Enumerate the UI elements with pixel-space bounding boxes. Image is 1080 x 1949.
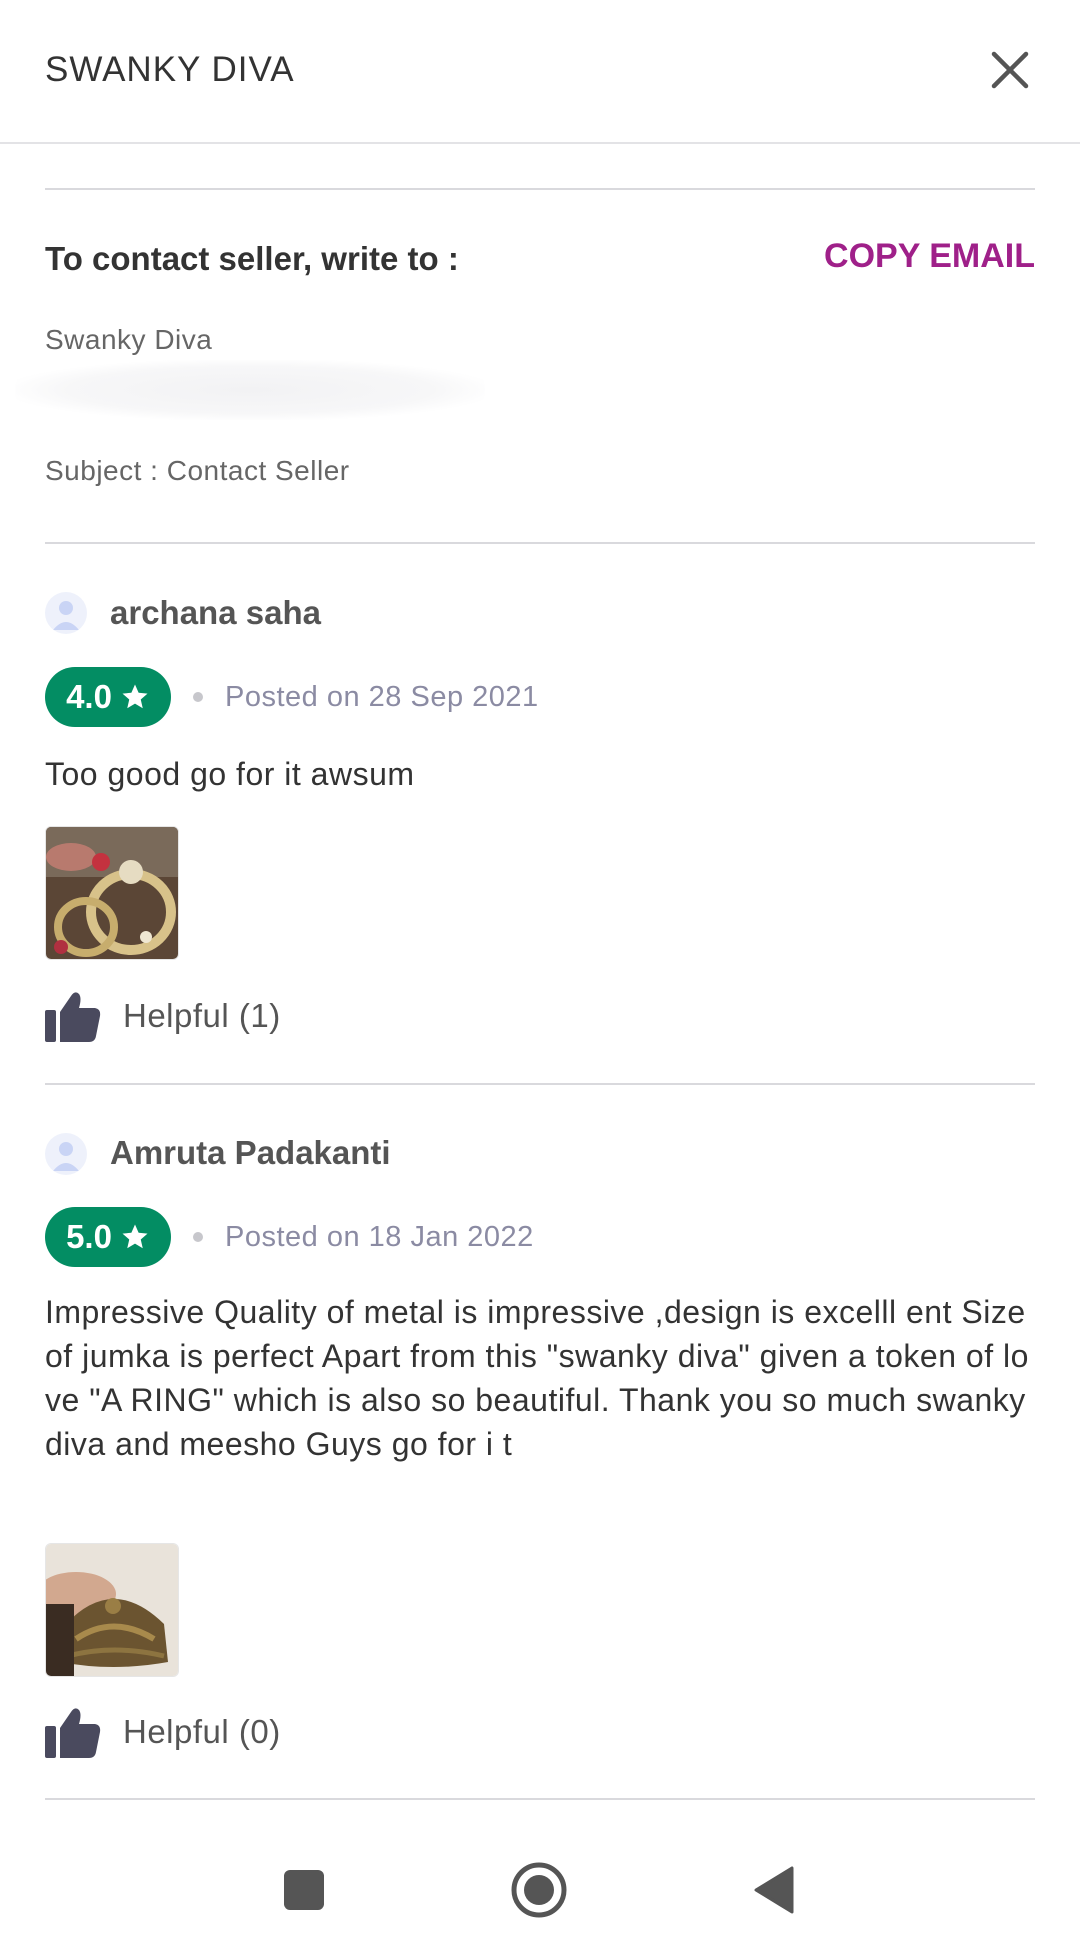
helpful-count: Helpful (1) [123, 997, 281, 1034]
review-text: Too good go for it awsum [45, 756, 415, 792]
modal-header: SWANKY DIVA [0, 0, 1080, 144]
system-nav-bar [0, 1820, 1080, 1949]
nav-home-button[interactable] [509, 1860, 569, 1920]
helpful-button[interactable]: Helpful (0) [45, 1706, 281, 1758]
rating-badge: 5.0 [45, 1207, 171, 1267]
review-photo[interactable] [45, 826, 179, 960]
user-icon [45, 592, 87, 634]
helpful-count: Helpful (0) [123, 1713, 281, 1750]
thumbs-up-icon [45, 1708, 101, 1758]
reviewer-name: archana saha [110, 594, 321, 631]
email-redacted [15, 360, 485, 420]
divider [45, 542, 1035, 544]
rating-value: 4.0 [66, 678, 112, 715]
posted-date: Posted on 28 Sep 2021 [225, 681, 539, 713]
review-text: Impressive Quality of metal is impressiv… [45, 1294, 1029, 1462]
reviewer-name: Amruta Padakanti [110, 1134, 391, 1171]
user-icon [45, 1133, 87, 1175]
separator-dot [193, 692, 203, 702]
email-subject: Subject : Contact Seller [45, 455, 350, 486]
posted-date: Posted on 18 Jan 2022 [225, 1221, 534, 1253]
copy-email-button[interactable]: COPY EMAIL [824, 237, 1035, 276]
divider [45, 1083, 1035, 1085]
helpful-button[interactable]: Helpful (1) [45, 990, 281, 1042]
nav-back-button[interactable] [744, 1860, 804, 1920]
star-icon [122, 684, 148, 709]
seller-name: Swanky Diva [45, 324, 213, 355]
contact-label: To contact seller, write to : [45, 240, 459, 277]
divider [45, 1798, 1035, 1800]
close-icon [991, 51, 1029, 89]
separator-dot [193, 1232, 203, 1242]
rating-value: 5.0 [66, 1218, 112, 1255]
nav-back-icon [754, 1866, 794, 1914]
close-button[interactable] [985, 45, 1035, 95]
divider [45, 188, 1035, 190]
nav-recents-button[interactable] [274, 1860, 334, 1920]
nav-recents-icon [284, 1870, 324, 1910]
thumbs-up-icon [45, 992, 101, 1042]
rating-badge: 4.0 [45, 667, 171, 727]
review-photo[interactable] [45, 1543, 179, 1677]
page-title: SWANKY DIVA [45, 50, 295, 89]
nav-home-icon [511, 1862, 567, 1918]
star-icon [122, 1224, 148, 1249]
